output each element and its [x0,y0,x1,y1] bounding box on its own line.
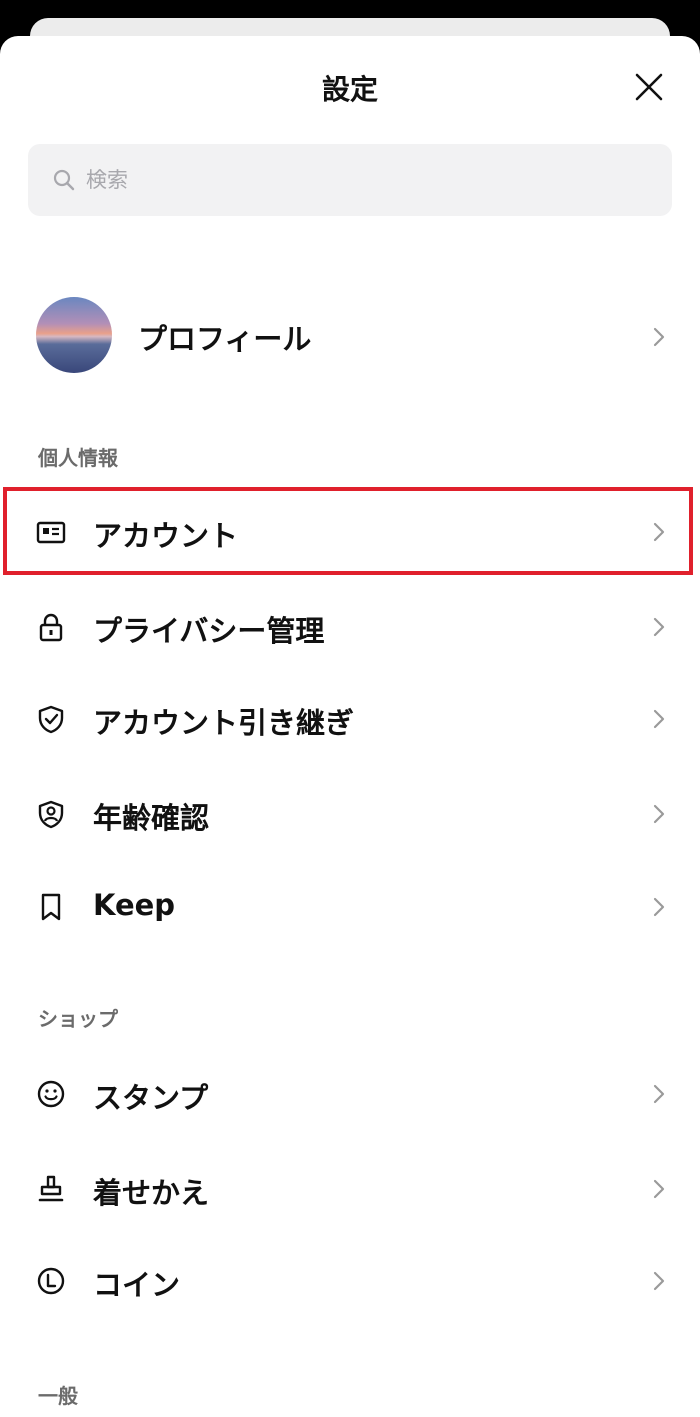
section-header-general: 一般 [38,1384,78,1408]
search-bar[interactable] [28,144,672,216]
settings-item-label: 着せかえ [93,1176,210,1210]
highlight-frame [3,487,693,575]
chevron-right-icon [653,1084,665,1104]
settings-sheet: 設定 プロフィール 個人情報 アカウント [0,36,700,1417]
profile-row[interactable]: プロフィール [0,282,700,392]
chevron-right-icon [653,327,665,347]
settings-item-account-transfer[interactable]: アカウント引き継ぎ [0,674,700,764]
page-title: 設定 [321,73,378,106]
smiley-icon [37,1080,65,1108]
search-icon [53,169,75,191]
chevron-right-icon [653,1179,665,1199]
settings-item-themes[interactable]: 着せかえ [0,1144,700,1234]
chevron-right-icon [653,709,665,729]
chevron-right-icon [653,1271,665,1291]
settings-item-privacy[interactable]: プライバシー管理 [0,582,700,672]
chevron-right-icon [653,617,665,637]
settings-item-label: アカウント引き継ぎ [93,706,355,740]
coin-icon [37,1267,65,1295]
lock-icon [39,613,63,642]
settings-item-label: コイン [93,1268,181,1302]
settings-item-label: スタンプ [93,1081,209,1115]
bookmark-icon [41,893,61,921]
chevron-right-icon [653,804,665,824]
settings-item-label: プライバシー管理 [93,614,325,648]
chevron-right-icon [653,897,665,917]
section-header-personal: 個人情報 [38,446,118,470]
settings-item-label: 年齢確認 [93,801,210,835]
shield-check-icon [38,705,64,734]
search-input[interactable] [84,144,646,216]
settings-item-keep[interactable]: Keep [0,862,700,952]
settings-item-stickers[interactable]: スタンプ [0,1049,700,1139]
settings-item-label: Keep [93,888,176,922]
avatar [36,297,112,373]
profile-label: プロフィール [138,322,312,356]
settings-item-age-verification[interactable]: 年齢確認 [0,769,700,859]
close-icon[interactable] [634,72,664,102]
settings-item-coins[interactable]: コイン [0,1236,700,1326]
badge-person-icon [38,800,64,829]
stamp-brush-icon [38,1175,64,1202]
section-header-shop: ショップ [38,1007,118,1031]
